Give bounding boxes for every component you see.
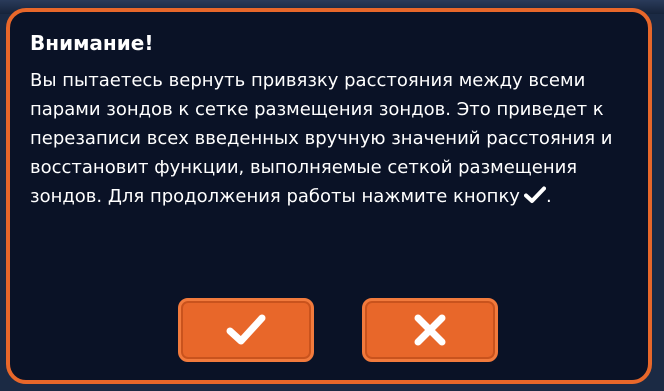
dialog-title: Внимание! — [30, 31, 154, 55]
close-icon — [413, 313, 447, 347]
check-icon — [226, 313, 266, 347]
dialog-message: Вы пытаетесь вернуть привязку расстояния… — [30, 66, 630, 213]
cancel-button[interactable] — [362, 298, 498, 362]
confirm-button[interactable] — [178, 298, 314, 362]
dialog-message-end: . — [545, 186, 552, 207]
check-icon — [523, 184, 546, 213]
